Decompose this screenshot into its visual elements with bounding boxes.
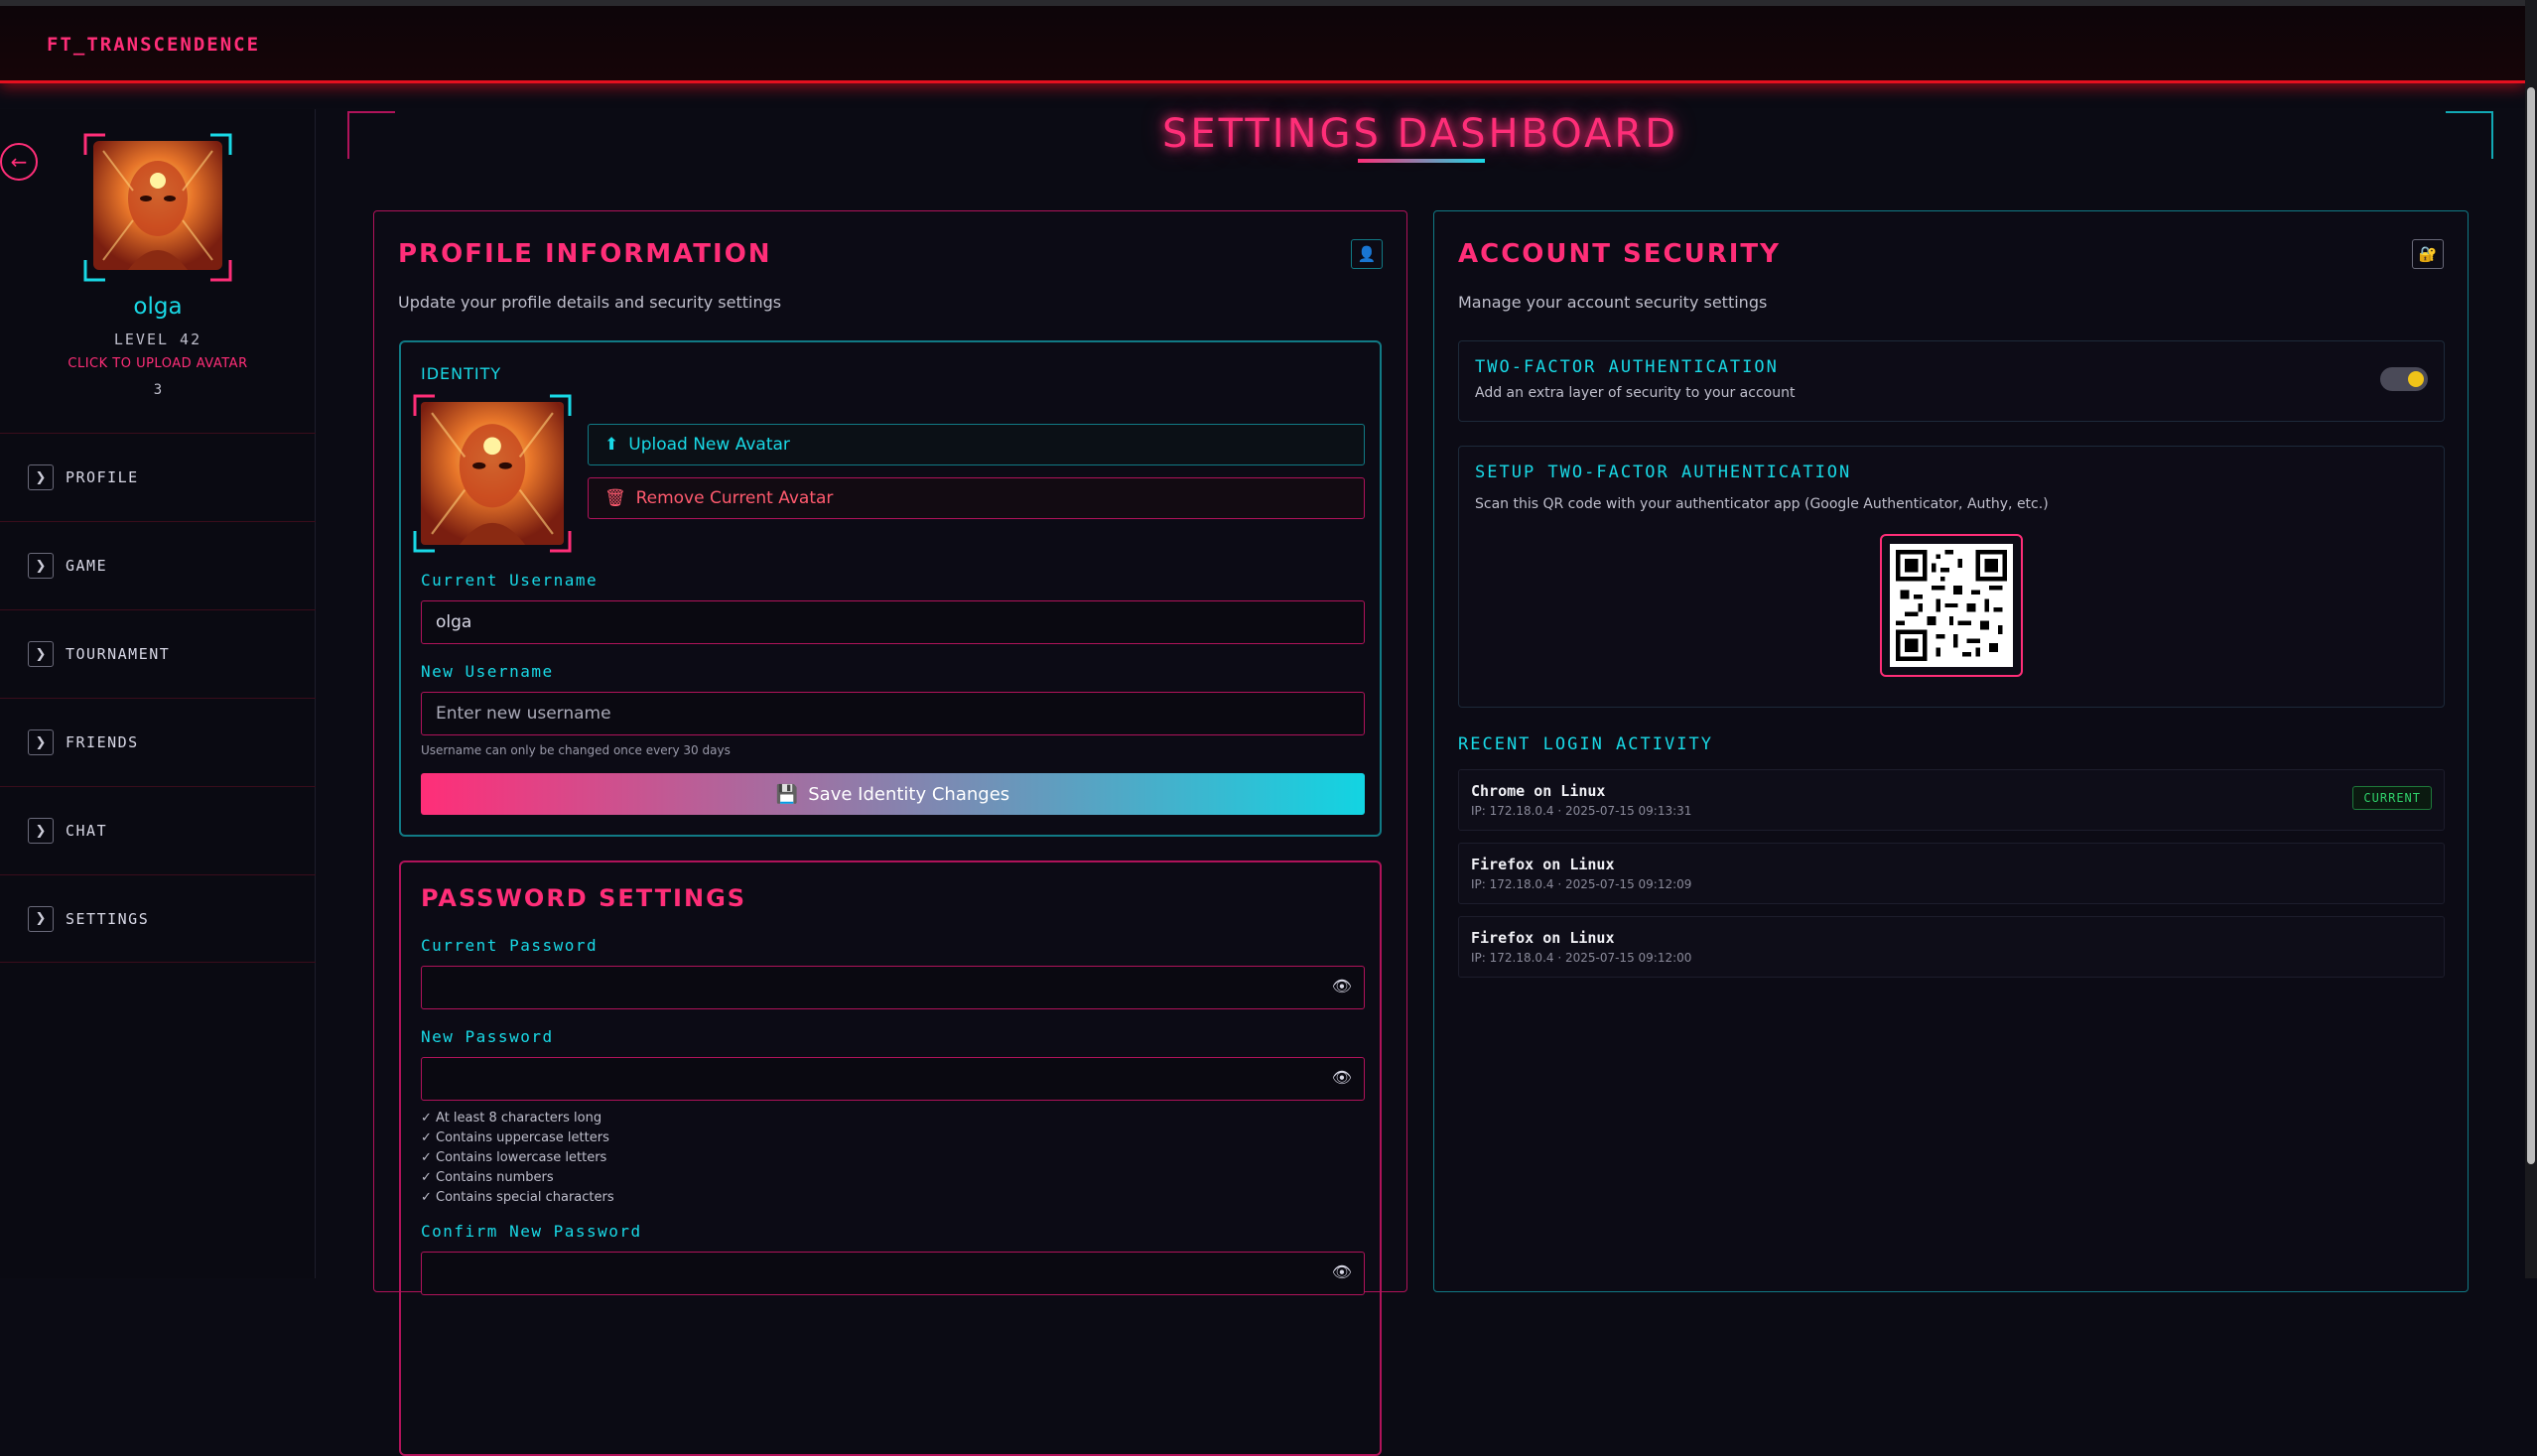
identity-avatar <box>421 402 564 545</box>
twofa-setup-title: SETUP TWO-FACTOR AUTHENTICATION <box>1475 463 1852 482</box>
identity-section: IDENTITY ⬆ Upload New Avatar 🗑 Remove Cu… <box>399 340 1382 837</box>
sidebar-item-tournament[interactable]: ❯ TOURNAMENT <box>0 609 316 698</box>
identity-label: IDENTITY <box>421 364 502 383</box>
sidebar-item-label: FRIENDS <box>66 733 139 751</box>
save-identity-button[interactable]: 💾 Save Identity Changes <box>421 773 1365 815</box>
login-activity-row: Chrome on Linux IP: 172.18.0.4 · 2025-07… <box>1458 769 2445 831</box>
password-section-title: PASSWORD SETTINGS <box>421 884 747 912</box>
chevron-right-icon: ❯ <box>28 905 54 932</box>
sidebar-item-label: PROFILE <box>66 468 139 486</box>
sidebar-avatar[interactable] <box>93 141 222 270</box>
chevron-right-icon: ❯ <box>28 553 54 579</box>
login-device: Chrome on Linux <box>1471 782 1606 800</box>
upload-icon: ⬆ <box>604 435 619 455</box>
current-session-badge: CURRENT <box>2352 786 2432 810</box>
current-username-label: Current Username <box>421 571 599 590</box>
current-username-field[interactable]: olga <box>421 600 1365 644</box>
login-device: Firefox on Linux <box>1471 856 1615 873</box>
trash-icon: 🗑 <box>604 488 626 508</box>
title-header: SETTINGS DASHBOARD <box>347 111 2493 159</box>
login-meta: IP: 172.18.0.4 · 2025-07-15 09:12:09 <box>1471 877 1692 891</box>
profile-panel-title: PROFILE INFORMATION <box>398 239 772 269</box>
twofa-setup-description: Scan this QR code with your authenticato… <box>1475 496 2049 512</box>
chevron-right-icon: ❯ <box>28 729 54 755</box>
sidebar-item-chat[interactable]: ❯ CHAT <box>0 786 316 874</box>
user-icon: 👤 <box>1351 239 1383 269</box>
sidebar-item-label: TOURNAMENT <box>66 645 171 663</box>
new-username-input[interactable]: Enter new username <box>421 692 1365 735</box>
sidebar-nav: ❯ PROFILE ❯ GAME ❯ TOURNAMENT ❯ FRIENDS … <box>0 433 316 963</box>
password-rule: ✓ Contains numbers <box>421 1170 554 1185</box>
sidebar-count: 3 <box>153 382 163 398</box>
profile-panel: PROFILE INFORMATION 👤 Update your profil… <box>373 210 1407 1456</box>
qr-code <box>1890 544 2013 667</box>
qr-code-frame <box>1880 534 2023 677</box>
lock-icon: 🔐 <box>2412 239 2444 269</box>
password-rule: ✓ Contains special characters <box>421 1190 614 1205</box>
chevron-right-icon: ❯ <box>28 818 54 844</box>
twofa-title: TWO-FACTOR AUTHENTICATION <box>1475 357 1779 377</box>
save-identity-label: Save Identity Changes <box>808 783 1010 805</box>
recent-login-title: RECENT LOGIN ACTIVITY <box>1458 734 1713 754</box>
chevron-right-icon: ❯ <box>28 464 54 490</box>
username-hint: Username can only be changed once every … <box>421 743 731 757</box>
twofa-description: Add an extra layer of security to your a… <box>1475 385 1796 401</box>
security-panel-subtitle: Manage your account security settings <box>1458 293 1768 312</box>
sidebar-item-profile[interactable]: ❯ PROFILE <box>0 433 316 521</box>
login-device: Firefox on Linux <box>1471 929 1615 947</box>
new-username-label: New Username <box>421 662 554 681</box>
title-underline <box>1358 159 1485 163</box>
security-panel: ACCOUNT SECURITY 🔐 Manage your account s… <box>1433 210 2469 1292</box>
password-rule: ✓ Contains lowercase letters <box>421 1150 607 1165</box>
sidebar-level: LEVEL 42 <box>113 331 202 348</box>
back-arrow-icon[interactable]: ← <box>0 143 38 181</box>
current-password-label: Current Password <box>421 936 599 955</box>
sidebar-item-label: CHAT <box>66 822 108 840</box>
brand-logo[interactable]: FT_TRANSCENDENCE <box>47 34 260 56</box>
scrollbar-thumb[interactable] <box>2527 87 2535 1164</box>
eye-icon[interactable]: 👁 <box>1332 1262 1352 1281</box>
new-password-input[interactable]: 👁 <box>421 1057 1365 1101</box>
confirm-password-label: Confirm New Password <box>421 1222 642 1241</box>
twofa-setup-section: SETUP TWO-FACTOR AUTHENTICATION Scan thi… <box>1458 446 2445 708</box>
sidebar-item-label: SETTINGS <box>66 909 150 928</box>
security-panel-title: ACCOUNT SECURITY <box>1458 239 1781 269</box>
password-rule: ✓ Contains uppercase letters <box>421 1130 609 1145</box>
sidebar-item-friends[interactable]: ❯ FRIENDS <box>0 698 316 786</box>
upload-avatar-button[interactable]: ⬆ Upload New Avatar <box>588 424 1365 465</box>
login-activity-row: Firefox on Linux IP: 172.18.0.4 · 2025-0… <box>1458 843 2445 904</box>
current-password-input[interactable]: 👁 <box>421 966 1365 1009</box>
sidebar-username: olga <box>133 294 183 320</box>
remove-avatar-button[interactable]: 🗑 Remove Current Avatar <box>588 477 1365 519</box>
eye-icon[interactable]: 👁 <box>1332 1068 1352 1087</box>
top-bar: FT_TRANSCENDENCE <box>0 0 2525 83</box>
twofa-section: TWO-FACTOR AUTHENTICATION Add an extra l… <box>1458 340 2445 422</box>
sidebar-item-label: GAME <box>66 557 108 575</box>
login-meta: IP: 172.18.0.4 · 2025-07-15 09:13:31 <box>1471 804 1692 818</box>
password-rule: ✓ At least 8 characters long <box>421 1111 602 1125</box>
password-rules: ✓ At least 8 characters long ✓ Contains … <box>421 1109 614 1208</box>
eye-icon[interactable]: 👁 <box>1332 977 1352 995</box>
page-scrollbar[interactable] <box>2525 0 2537 1278</box>
remove-avatar-label: Remove Current Avatar <box>635 488 834 508</box>
login-activity-row: Firefox on Linux IP: 172.18.0.4 · 2025-0… <box>1458 916 2445 978</box>
profile-panel-subtitle: Update your profile details and security… <box>398 293 782 312</box>
upload-avatar-label: Upload New Avatar <box>628 435 790 455</box>
twofa-toggle[interactable] <box>2380 367 2428 391</box>
password-section: PASSWORD SETTINGS Current Password 👁 New… <box>399 860 1382 1456</box>
confirm-password-input[interactable]: 👁 <box>421 1252 1365 1295</box>
floppy-disk-icon: 💾 <box>775 783 799 805</box>
sidebar-item-game[interactable]: ❯ GAME <box>0 521 316 609</box>
sidebar-item-settings[interactable]: ❯ SETTINGS <box>0 874 316 963</box>
page-title: SETTINGS DASHBOARD <box>1161 111 1679 157</box>
upload-avatar-hint[interactable]: CLICK TO UPLOAD AVATAR <box>0 356 316 371</box>
chevron-right-icon: ❯ <box>28 641 54 667</box>
new-password-label: New Password <box>421 1027 554 1046</box>
toggle-knob <box>2408 371 2424 387</box>
login-meta: IP: 172.18.0.4 · 2025-07-15 09:12:00 <box>1471 951 1692 965</box>
